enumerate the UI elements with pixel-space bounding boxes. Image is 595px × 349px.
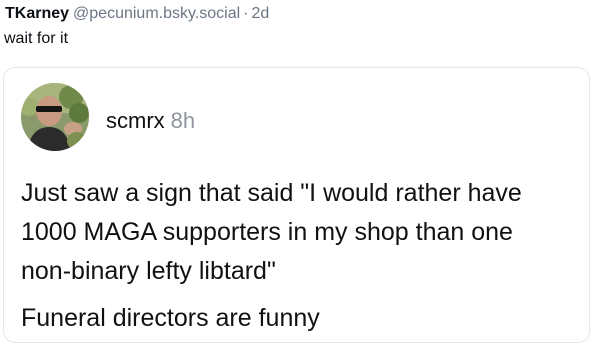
- quoted-username[interactable]: scmrx: [106, 108, 165, 133]
- quoted-post-card[interactable]: scmrx 8h Just saw a sign that said "I wou…: [3, 67, 590, 343]
- quoted-text-line: non-binary lefty libtard": [21, 257, 276, 285]
- author-handle[interactable]: @pecunium.bsky.social: [73, 5, 240, 22]
- post-card[interactable]: TKarney @pecunium.bsky.social · 2d wait for…: [0, 0, 595, 349]
- quoted-text-paragraph: Funeral directors are funny: [21, 304, 320, 332]
- quoted-text-line: 1000 MAGA supporters in my shop than one: [21, 218, 513, 246]
- separator-dot: ·: [243, 5, 249, 22]
- avatar-photo-icon: [21, 83, 89, 151]
- quoted-post-header: scmrx 8h: [106, 108, 195, 134]
- avatar[interactable]: [21, 83, 89, 151]
- quoted-timestamp[interactable]: 8h: [171, 108, 195, 133]
- quoted-post-body: Just saw a sign that said "I would rathe…: [21, 174, 581, 338]
- post-timestamp[interactable]: 2d: [251, 5, 269, 22]
- post-text: wait for it: [4, 30, 69, 47]
- quoted-text-line: Just saw a sign that said "I would rathe…: [21, 179, 522, 207]
- author-name[interactable]: TKarney: [5, 5, 69, 22]
- post-header: TKarney @pecunium.bsky.social · 2d: [5, 4, 269, 24]
